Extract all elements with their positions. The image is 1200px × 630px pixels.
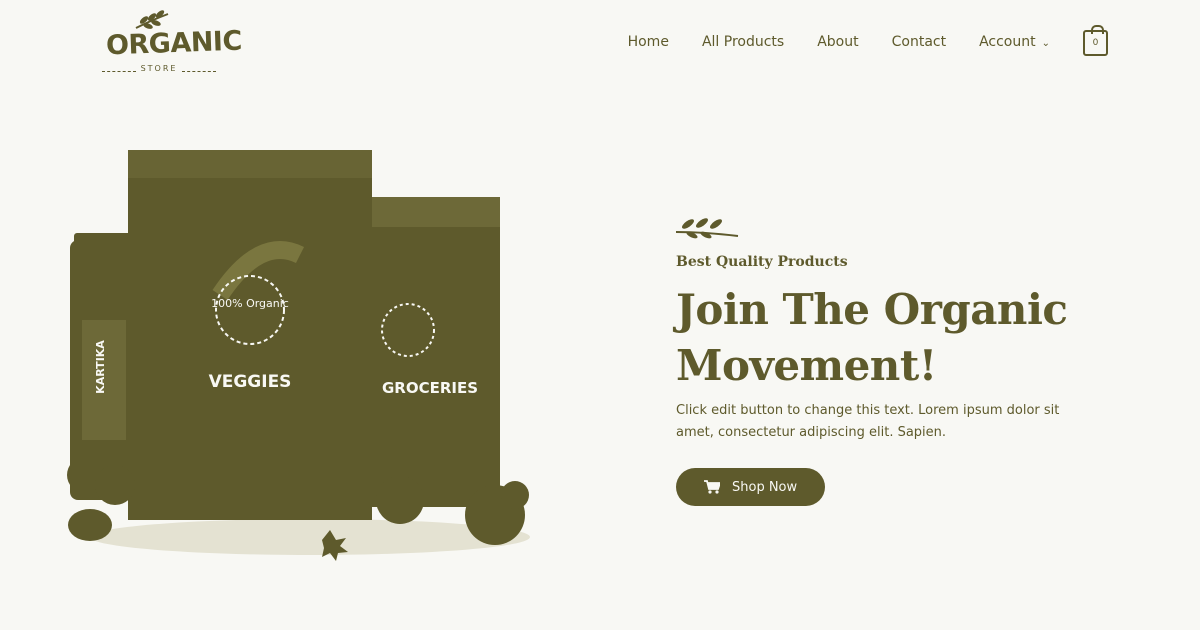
hero-description: Click edit button to change this text. L… [676,403,1060,440]
nav-home[interactable]: Home [628,33,669,53]
bag-badge: 100% Organic [211,297,289,310]
cart-count: 0 [1092,38,1099,48]
leaf-sprig-icon [675,218,739,239]
site-header: ORGANIC STORE Home All Products About Co… [0,0,1200,90]
nav-contact[interactable]: Contact [892,33,946,53]
jar-label: KARTIKA [94,340,107,394]
back-bag-label: GROCERIES [382,379,478,397]
logo-subtext: STORE [98,64,220,73]
nav-all-products[interactable]: All Products [702,33,784,53]
shopping-bag-icon[interactable]: 0 [1083,25,1108,56]
hero-product-image: KARTIKA GROCERIES 100% Organic VEGGIES [67,150,530,561]
hero-content: Best Quality Products Join The Organic M… [675,212,1116,506]
cart-icon [704,480,720,494]
hero-tagline: Best Quality Products [676,254,848,270]
hero-headline: Join The Organic Movement! [676,285,1068,390]
front-bag-label: VEGGIES [209,372,292,392]
nav-about[interactable]: About [817,33,858,53]
nav-account[interactable]: Account ⌄ [979,33,1050,53]
site-logo[interactable]: ORGANIC STORE [98,10,242,75]
logo-text: ORGANIC [105,25,243,62]
shop-now-label: Shop Now [732,479,798,495]
nav-account-label: Account [979,34,1036,50]
main-nav: Home All Products About Contact Account ⌄ [595,33,1050,53]
chevron-down-icon: ⌄ [1041,38,1050,49]
shop-now-button[interactable]: Shop Now [676,468,826,506]
logo-leaf-icon [135,10,169,29]
